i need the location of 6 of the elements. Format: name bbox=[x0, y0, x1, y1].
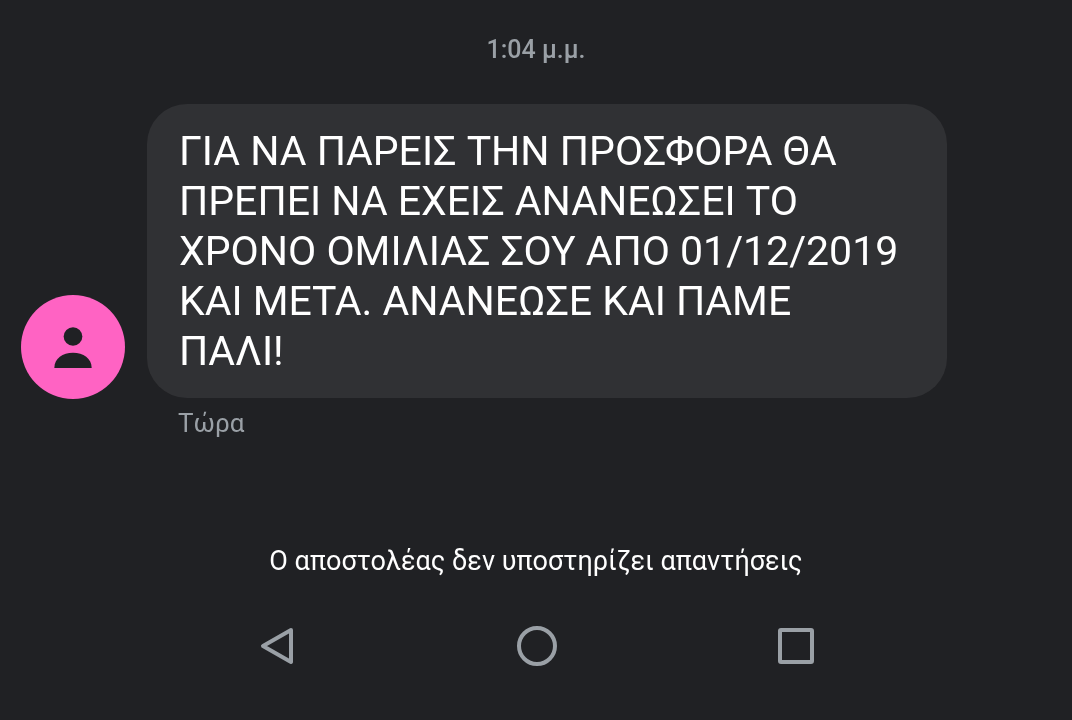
home-icon[interactable] bbox=[516, 624, 558, 667]
message-time: Τώρα bbox=[178, 408, 245, 438]
message-text: ΓΙΑ ΝΑ ΠΑΡΕΙΣ ΤΗΝ ΠΡΟΣΦΟΡΑ ΘΑ ΠΡΕΠΕΙ ΝΑ ΕΧΕΙΣ ΑΝΑΝΕΩΣΕΙ ΤΟ ΧΡΟΝΟ ΟΜΙΛΙΑΣ ΣΟΥ ΑΠΟ 01/12/2019 ΚΑΙ ΜΕΤΑ. ΑΝΑΝΕΩΣΕ ΚΑΙ ΠΑΜΕ ΠΑΛΙ! bbox=[179, 127, 899, 375]
recents-icon[interactable] bbox=[776, 626, 815, 665]
message-timestamp: 1:04 μ.μ. bbox=[486, 34, 586, 67]
reply-unsupported-notice: Ο αποστολέας δεν υποστηρίζει απαντήσεις bbox=[269, 544, 803, 579]
